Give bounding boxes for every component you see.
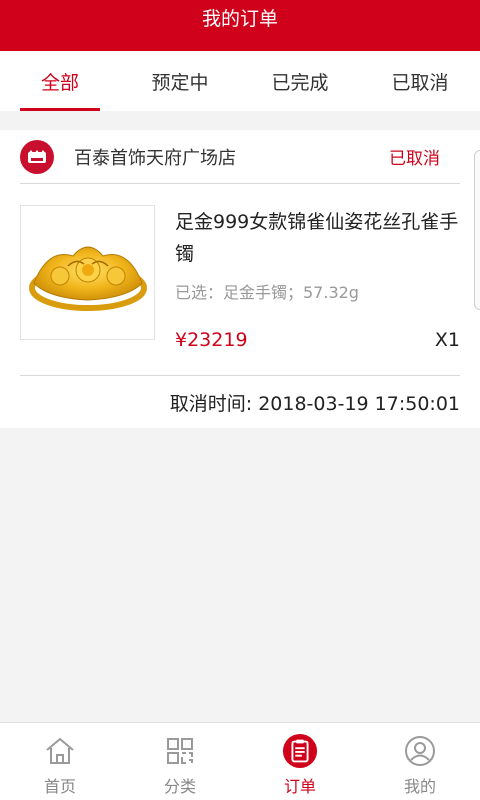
shop-row[interactable]: 百泰首饰天府广场店 已取消 — [20, 130, 460, 184]
product-quantity: X1 — [434, 329, 460, 351]
nav-profile-label: 我的 — [403, 777, 436, 796]
product-price: ¥23219 — [175, 329, 248, 351]
order-status-badge: 已取消 — [389, 149, 440, 169]
product-spec: 已选：足金手镯；57.32g — [175, 283, 359, 302]
top-bar: 我的订单 — [0, 0, 480, 51]
product-image[interactable] — [20, 205, 155, 340]
tab-completed[interactable]: 已完成 — [240, 51, 360, 111]
nav-category[interactable]: 分类 — [120, 723, 240, 800]
nav-home[interactable]: 首页 — [0, 723, 120, 800]
profile-icon — [402, 733, 438, 769]
product-row[interactable]: 足金999女款锦雀仙姿花丝孔雀手镯 已选：足金手镯；57.32g ¥23219 … — [20, 184, 460, 376]
order-icon — [282, 733, 318, 769]
cancel-time-row: 取消时间: 2018-03-19 17:50:01 — [0, 376, 480, 428]
tab-reserving[interactable]: 预定中 — [120, 51, 240, 111]
home-icon — [42, 733, 78, 769]
nav-profile[interactable]: 我的 — [360, 723, 480, 800]
category-icon — [162, 733, 198, 769]
gold-bracelet-image — [28, 246, 147, 311]
edge-scroll-handle[interactable] — [474, 150, 480, 310]
nav-home-label: 首页 — [43, 777, 76, 796]
order-tabs: 全部 预定中 已完成 已取消 — [0, 51, 480, 111]
tab-all[interactable]: 全部 — [0, 51, 120, 111]
page-title: 我的订单 — [201, 8, 278, 30]
app-root: 我的订单 全部 预定中 已完成 已取消 百泰首饰天府广场店 已取消 足金999女… — [0, 0, 480, 800]
shop-icon — [20, 139, 54, 174]
bottom-nav: 首页 分类 订单 我的 — [0, 722, 480, 800]
shop-name: 百泰首饰天府广场店 — [74, 147, 236, 169]
cancel-time: 取消时间: 2018-03-19 17:50:01 — [169, 392, 460, 415]
nav-category-label: 分类 — [163, 777, 196, 796]
product-title[interactable]: 足金999女款锦雀仙姿花丝孔雀手镯 — [175, 206, 465, 270]
nav-order-label: 订单 — [283, 777, 316, 796]
tab-cancelled[interactable]: 已取消 — [360, 51, 480, 111]
order-card[interactable]: 百泰首饰天府广场店 已取消 足金999女款锦雀仙姿花丝孔雀手镯 已选：足金手镯；… — [0, 130, 480, 428]
nav-order[interactable]: 订单 — [240, 723, 360, 800]
